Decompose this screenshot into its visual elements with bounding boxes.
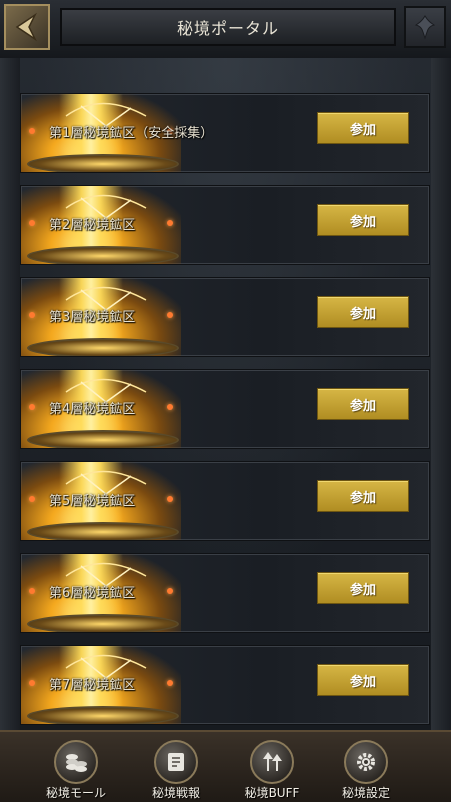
level-label: 第2層秘境鉱区 [49, 218, 136, 233]
nav-item-mall[interactable]: 秘境モール [36, 740, 116, 800]
level-row-3: 第3層秘境鉱区 参加 [20, 277, 430, 357]
join-button[interactable]: 参加 [317, 388, 409, 420]
level-list: 第1層秘境鉱区（安全採集） 参加 第2層秘境鉱区 参加 第3層秘境鉱区 参加 第… [20, 93, 430, 737]
page-title: 秘境ポータル [60, 8, 396, 46]
level-row-7: 第7層秘境鉱区 参加 [20, 645, 430, 725]
nav-item-buff[interactable]: 秘境BUFF [232, 740, 312, 800]
join-button[interactable]: 参加 [317, 572, 409, 604]
gear-icon [344, 740, 388, 784]
level-label: 第5層秘境鉱区 [49, 494, 136, 509]
scroll-icon [154, 740, 198, 784]
fleur-icon [404, 6, 446, 48]
level-row-2: 第2層秘境鉱区 参加 [20, 185, 430, 265]
bottom-nav: 秘境モール 秘境戦報 秘境BUFF 秘境設定 [0, 730, 451, 802]
arrows-up-icon [250, 740, 294, 784]
level-label: 第7層秘境鉱区 [49, 678, 136, 693]
level-row-4: 第4層秘境鉱区 参加 [20, 369, 430, 449]
join-button[interactable]: 参加 [317, 296, 409, 328]
nav-label: 秘境戦報 [151, 786, 200, 800]
nav-label: 秘境BUFF [244, 786, 300, 800]
top-header: 秘境ポータル [0, 0, 451, 60]
level-label: 第4層秘境鉱区 [49, 402, 136, 417]
level-row-1: 第1層秘境鉱区（安全採集） 参加 [20, 93, 430, 173]
nav-label: 秘境モール [45, 786, 106, 800]
level-label: 第1層秘境鉱区（安全採集） [49, 126, 214, 141]
nav-item-report[interactable]: 秘境戦報 [136, 740, 216, 800]
join-button[interactable]: 参加 [317, 204, 409, 236]
level-row-5: 第5層秘境鉱区 参加 [20, 461, 430, 541]
join-button[interactable]: 参加 [317, 112, 409, 144]
join-button[interactable]: 参加 [317, 664, 409, 696]
level-label: 第6層秘境鉱区 [49, 586, 136, 601]
left-pillar [0, 58, 20, 730]
nav-label: 秘境設定 [341, 786, 390, 800]
level-row-6: 第6層秘境鉱区 参加 [20, 553, 430, 633]
chevron-left-icon [15, 12, 37, 42]
nav-item-settings[interactable]: 秘境設定 [326, 740, 406, 800]
level-label: 第3層秘境鉱区 [49, 310, 136, 325]
back-button[interactable] [4, 4, 50, 50]
right-pillar [431, 58, 451, 730]
join-button[interactable]: 参加 [317, 480, 409, 512]
coins-icon [54, 740, 98, 784]
